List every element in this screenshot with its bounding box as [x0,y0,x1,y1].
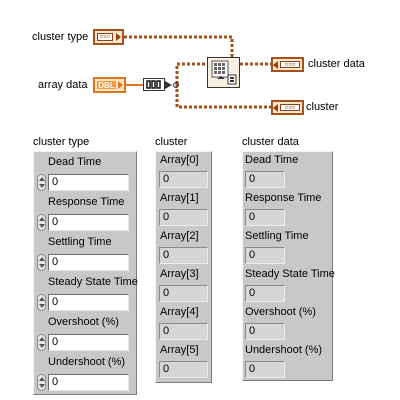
dbl-glyph: DBL [97,81,116,90]
terminal-arrow-icon [116,33,121,41]
array-data-terminal[interactable]: DBL [93,77,126,93]
element-label: Dead Time [48,156,102,168]
array-to-cluster-node[interactable] [207,57,240,88]
increment-decrement-icon[interactable] [37,174,46,191]
element-label: Array[3] [160,268,199,280]
numeric-indicator: 0 [245,171,285,188]
cluster-type-bd-label: cluster type [32,31,89,43]
numeric-indicator: 0 [245,285,285,302]
numeric-indicator: 0 [159,323,208,340]
increment-decrement-icon[interactable] [37,294,46,311]
numeric-control[interactable]: 0 [48,294,129,311]
terminal-arrow-icon [273,61,278,69]
build-array-node[interactable] [143,78,165,91]
element-label: Settling Time [48,236,112,248]
cluster-data-bd-label: cluster data [308,58,365,70]
numeric-indicator: 0 [245,361,285,378]
numeric-indicator: 0 [245,247,285,264]
element-label: Undershoot (%) [245,344,323,356]
element-label: Array[5] [160,344,199,356]
element-label: Overshoot (%) [245,306,316,318]
numeric-indicator: 0 [245,209,285,226]
array-bracket-icon [146,80,161,89]
numeric-indicator: 0 [159,285,208,302]
numeric-control[interactable]: 0 [48,214,129,231]
cluster-data-title: cluster data [242,136,299,148]
array-data-bd-label: array data [38,79,88,91]
cluster-type-control[interactable]: Dead Time 0 Response Time 0 Settling Tim… [33,151,138,395]
increment-decrement-icon[interactable] [37,374,46,391]
element-label: Array[4] [160,306,199,318]
numeric-indicator: 0 [159,209,208,226]
cluster-title: cluster [155,136,188,148]
element-label: Response Time [245,192,322,204]
numeric-control[interactable]: 0 [48,334,129,351]
numeric-control[interactable]: 0 [48,174,129,191]
element-label: Array[0] [160,154,199,166]
numeric-control[interactable]: 0 [48,374,129,391]
cluster-data-terminal[interactable]: ▫▫▫ [271,57,304,72]
numeric-indicator: 0 [159,247,208,264]
cluster-glyph: ▫▫▫ [97,33,113,41]
cluster-type-wire [124,35,234,57]
cluster-type-terminal[interactable]: ▫▫▫ [93,29,124,45]
cluster-glyph: ▫▫▫ [280,104,300,111]
cluster-bd-label: cluster [306,101,339,113]
increment-decrement-icon[interactable] [37,334,46,351]
cluster-indicator: Array[0] 0 Array[1] 0 Array[2] 0 Array[3… [155,151,212,383]
element-label: Settling Time [245,230,309,242]
element-label: Response Time [48,196,125,208]
cluster-glyph: ▫▫▫ [280,61,300,68]
element-label: Dead Time [245,154,299,166]
element-label: Steady State Time [245,268,335,280]
terminal-arrow-icon [118,81,123,89]
numeric-indicator: 0 [159,361,208,378]
array-to-cluster-icon [211,60,237,85]
element-label: Undershoot (%) [48,356,126,368]
element-label: Array[2] [160,230,199,242]
element-label: Array[1] [160,192,199,204]
numeric-indicator: 0 [159,171,208,188]
cluster-type-title: cluster type [33,136,90,148]
cluster-terminal[interactable]: ▫▫▫ [271,100,304,115]
numeric-indicator: 0 [245,323,285,340]
increment-decrement-icon[interactable] [37,254,46,271]
terminal-arrow-icon [273,104,278,112]
cluster-data-indicator: Dead Time 0 Response Time 0 Settling Tim… [242,151,335,381]
element-label: Steady State Time [48,276,138,288]
increment-decrement-icon[interactable] [37,214,46,231]
array-output-arrow-icon [165,81,179,89]
numeric-control[interactable]: 0 [48,254,129,271]
element-label: Overshoot (%) [48,316,119,328]
